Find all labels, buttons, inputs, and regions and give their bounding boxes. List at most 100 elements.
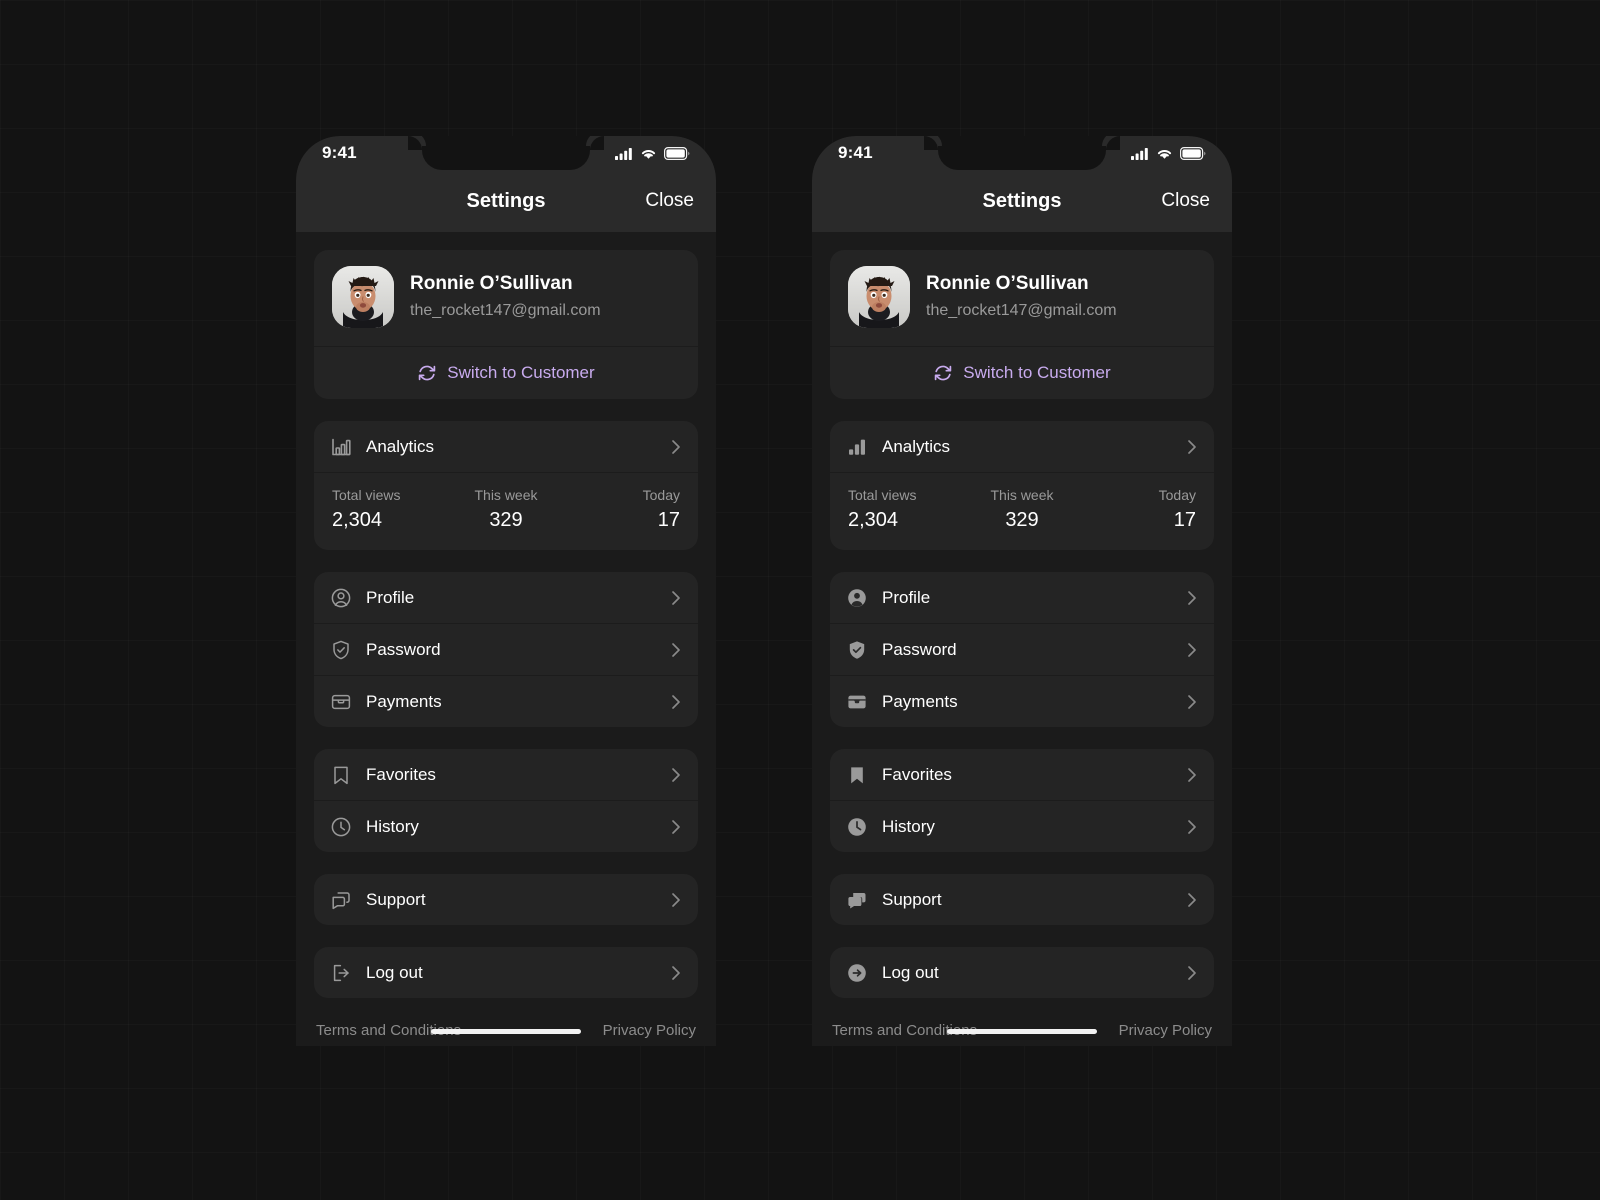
- profile-text: Ronnie O’Sullivan the_rocket147@gmail.co…: [926, 272, 1117, 322]
- row-label: Support: [366, 889, 426, 909]
- phone-topbar: 9:41 Settings Close: [296, 136, 716, 232]
- chevron-right-icon: [1186, 590, 1198, 605]
- row-favorites[interactable]: Favorites: [830, 749, 1214, 800]
- settings-content: Ronnie O’Sullivan the_rocket147@gmail.co…: [296, 232, 716, 1046]
- home-indicator[interactable]: [947, 1029, 1097, 1034]
- wallet-icon: [328, 689, 354, 715]
- stat-value: 17: [1173, 509, 1196, 531]
- chevron-right-icon: [1186, 965, 1198, 980]
- row-payments[interactable]: Payments: [314, 676, 698, 727]
- row-label: Profile: [882, 587, 931, 607]
- row-profile[interactable]: Profile: [314, 572, 698, 623]
- refresh-icon: [417, 363, 437, 383]
- nav-bar: Settings Close: [296, 170, 716, 232]
- stat-label: Total views: [848, 487, 917, 503]
- row-label: Favorites: [882, 764, 952, 784]
- support-group: Support: [314, 874, 698, 925]
- row-label: Support: [882, 889, 942, 909]
- row-log-out[interactable]: Log out: [314, 947, 698, 998]
- cellular-signal-icon: [615, 147, 633, 160]
- status-bar-icons: [1131, 146, 1206, 160]
- library-group: Favorites History: [314, 749, 698, 852]
- page-title: Settings: [982, 189, 1062, 212]
- profile-card: Ronnie O’Sullivan the_rocket147@gmail.co…: [314, 250, 698, 399]
- status-bar-clock: 9:41: [838, 143, 873, 162]
- avatar: [332, 266, 394, 328]
- cellular-signal-icon: [1131, 147, 1149, 160]
- profile-text: Ronnie O’Sullivan the_rocket147@gmail.co…: [410, 272, 601, 322]
- status-bar-icons: [615, 146, 690, 160]
- wifi-icon: [640, 147, 657, 160]
- row-password[interactable]: Password: [830, 624, 1214, 675]
- chevron-right-icon: [1186, 439, 1198, 454]
- status-bar-clock: 9:41: [322, 143, 357, 162]
- switch-to-customer-label: Switch to Customer: [447, 363, 595, 382]
- row-analytics[interactable]: Analytics: [830, 421, 1214, 472]
- row-label: Favorites: [366, 764, 436, 784]
- stat-value: 2,304: [332, 509, 383, 531]
- footer-links: Terms and Conditions Privacy Policy: [314, 1016, 698, 1039]
- chevron-right-icon: [670, 642, 682, 657]
- account-group: Profile Password Payments: [314, 572, 698, 727]
- chevron-right-icon: [670, 694, 682, 709]
- stat-value: 2,304: [848, 509, 899, 531]
- stat-label: Total views: [332, 487, 401, 503]
- analytics-card: Analytics Total views 2,304 This week 32…: [830, 421, 1214, 550]
- row-support[interactable]: Support: [314, 874, 698, 925]
- row-favorites[interactable]: Favorites: [314, 749, 698, 800]
- close-button[interactable]: Close: [645, 190, 694, 212]
- stat-value: 329: [489, 509, 523, 531]
- stat-this-week: This week 329: [964, 485, 1080, 534]
- chevron-right-icon: [670, 590, 682, 605]
- home-indicator[interactable]: [431, 1029, 581, 1034]
- footer-links: Terms and Conditions Privacy Policy: [830, 1016, 1214, 1039]
- bar-chart-icon: [844, 434, 870, 460]
- privacy-policy-link[interactable]: Privacy Policy: [603, 1022, 696, 1039]
- analytics-stats: Total views 2,304 This week 329 Today 17: [830, 473, 1214, 550]
- refresh-icon: [933, 363, 953, 383]
- profile-header[interactable]: Ronnie O’Sullivan the_rocket147@gmail.co…: [314, 250, 698, 346]
- chevron-right-icon: [1186, 892, 1198, 907]
- clock-icon: [328, 814, 354, 840]
- row-label: Analytics: [882, 436, 951, 456]
- row-label: Password: [882, 639, 957, 659]
- clock-icon: [844, 814, 870, 840]
- status-bar: 9:41: [296, 136, 716, 170]
- user-circle-icon: [328, 585, 354, 611]
- row-password[interactable]: Password: [314, 624, 698, 675]
- row-history[interactable]: History: [830, 801, 1214, 852]
- row-analytics[interactable]: Analytics: [314, 421, 698, 472]
- switch-to-customer-button[interactable]: Switch to Customer: [314, 347, 698, 399]
- row-support[interactable]: Support: [830, 874, 1214, 925]
- shield-check-icon: [844, 637, 870, 663]
- status-bar: 9:41: [812, 136, 1232, 170]
- profile-card: Ronnie O’Sullivan the_rocket147@gmail.co…: [830, 250, 1214, 399]
- row-label: Payments: [882, 691, 958, 711]
- profile-header[interactable]: Ronnie O’Sullivan the_rocket147@gmail.co…: [830, 250, 1214, 346]
- profile-name: Ronnie O’Sullivan: [926, 273, 1089, 295]
- chevron-right-icon: [670, 439, 682, 454]
- row-history[interactable]: History: [314, 801, 698, 852]
- chevron-right-icon: [1186, 642, 1198, 657]
- row-label: Profile: [366, 587, 415, 607]
- chevron-right-icon: [1186, 767, 1198, 782]
- privacy-policy-link[interactable]: Privacy Policy: [1119, 1022, 1212, 1039]
- stat-total-views: Total views 2,304: [848, 485, 964, 534]
- bar-chart-icon: [328, 434, 354, 460]
- bookmark-icon: [844, 762, 870, 788]
- logout-icon: [328, 960, 354, 986]
- battery-icon: [1180, 146, 1206, 160]
- phone-screen-filled: 9:41 Settings Close Ronnie O’Sullivan th…: [812, 136, 1232, 1046]
- switch-to-customer-button[interactable]: Switch to Customer: [830, 347, 1214, 399]
- close-button[interactable]: Close: [1161, 190, 1210, 212]
- row-label: Payments: [366, 691, 442, 711]
- row-payments[interactable]: Payments: [830, 676, 1214, 727]
- chevron-right-icon: [670, 892, 682, 907]
- chat-icon: [844, 887, 870, 913]
- phone-screen-outline: 9:41 Settings Close Ronnie O’Sullivan th…: [296, 136, 716, 1046]
- stat-value: 17: [657, 509, 680, 531]
- row-log-out[interactable]: Log out: [830, 947, 1214, 998]
- stat-label: This week: [990, 487, 1054, 503]
- row-profile[interactable]: Profile: [830, 572, 1214, 623]
- stat-value: 329: [1005, 509, 1039, 531]
